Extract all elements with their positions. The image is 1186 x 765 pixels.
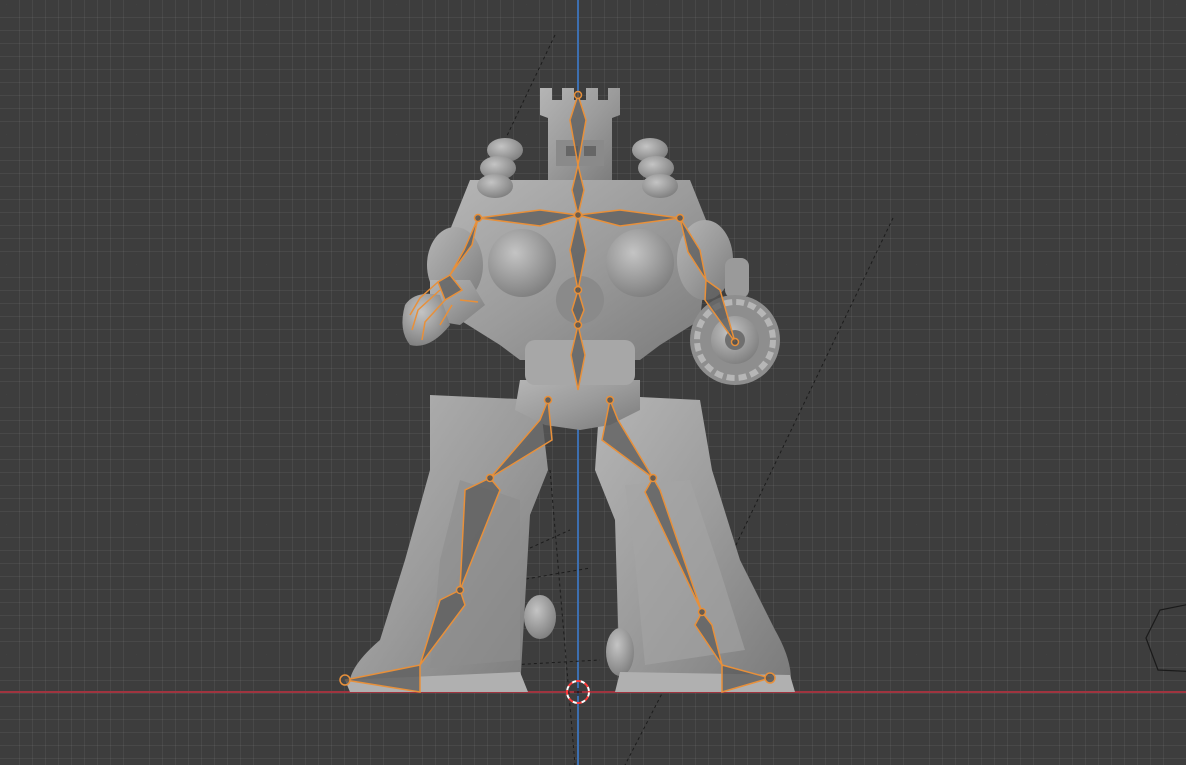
- scene-canvas[interactable]: [0, 0, 1186, 765]
- 3d-cursor-icon[interactable]: [566, 680, 590, 704]
- camera-object-outline[interactable]: [1140, 600, 1186, 675]
- 3d-viewport[interactable]: [0, 0, 1186, 765]
- robot-mesh[interactable]: [345, 88, 795, 692]
